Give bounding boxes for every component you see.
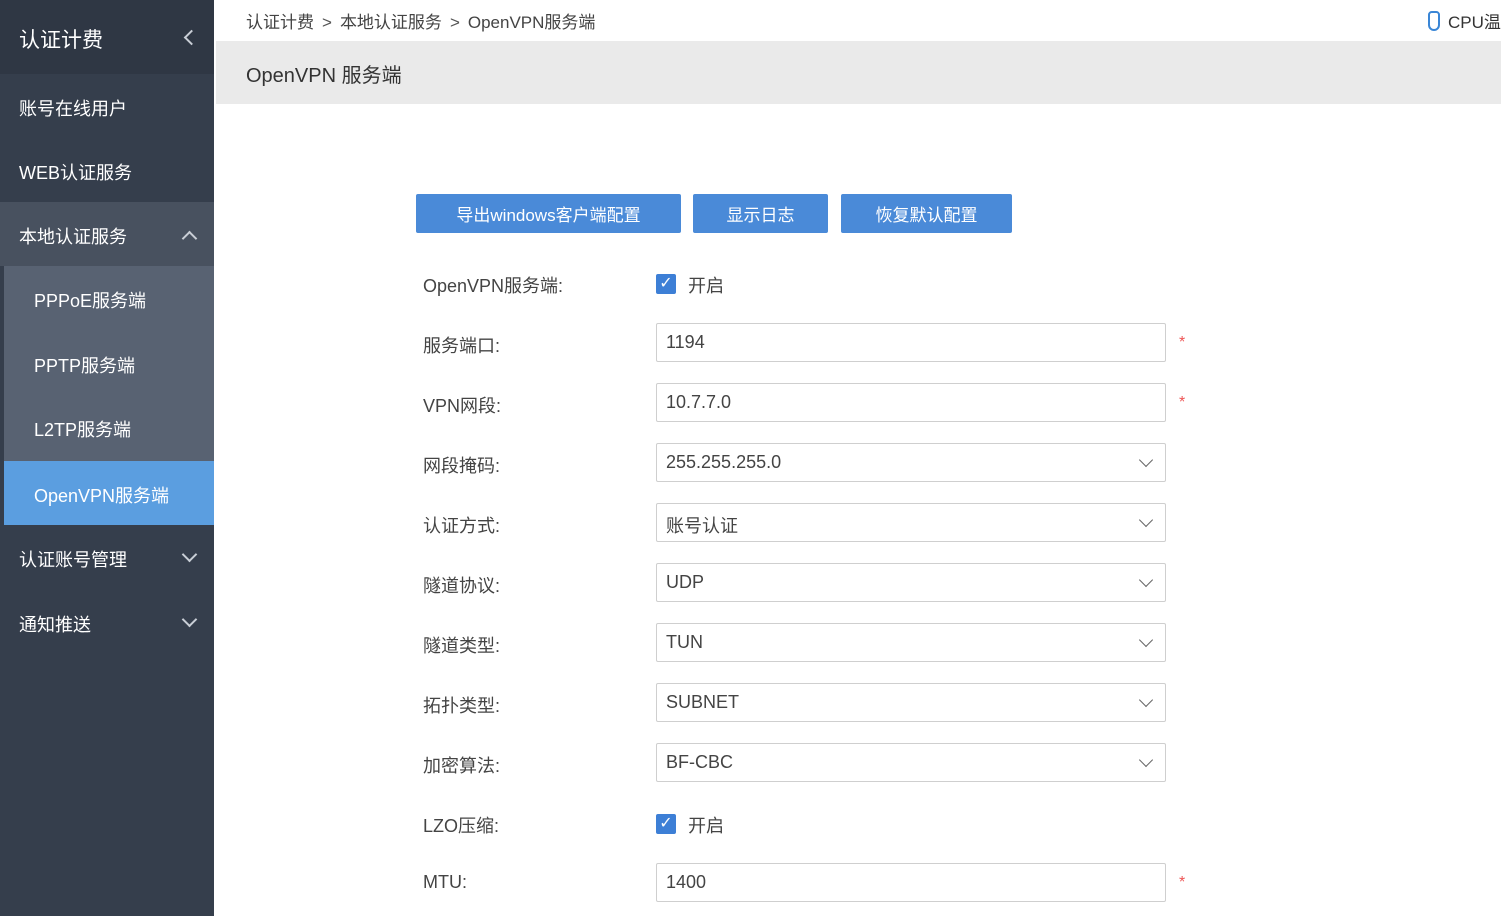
topology-label: 拓扑类型:	[423, 696, 501, 716]
page-header: OpenVPN 服务端	[216, 41, 1501, 104]
topology-select[interactable]: SUBNET	[656, 683, 1166, 722]
sidebar: 认证计费 账号在线用户 WEB认证服务 本地认证服务 PPPoE服务端 PPTP…	[0, 0, 214, 916]
sidebar-item-online-users[interactable]: 账号在线用户	[0, 74, 214, 138]
breadcrumb-separator: >	[322, 13, 332, 32]
sidebar-item-pppoe[interactable]: PPPoE服务端	[0, 266, 210, 330]
port-input[interactable]: 1194	[656, 323, 1166, 362]
tunnel-protocol-select[interactable]: UDP	[656, 563, 1166, 602]
port-value: 1194	[666, 332, 705, 352]
sidebar-item-auth-accounts[interactable]: 认证账号管理	[0, 525, 214, 589]
sidebar-header[interactable]: 认证计费	[0, 0, 214, 74]
sidebar-item-label: PPTP服务端	[34, 356, 136, 376]
cpu-temperature: CPU温	[1428, 8, 1501, 33]
sidebar-item-label: OpenVPN服务端	[34, 486, 170, 506]
sidebar-item-label: 账号在线用户	[19, 99, 127, 119]
auth-method-select[interactable]: 账号认证	[656, 503, 1166, 542]
tunnel-type-label: 隧道类型:	[423, 636, 501, 656]
vpn-segment-input[interactable]: 10.7.7.0	[656, 383, 1166, 422]
sidebar-item-label: 本地认证服务	[19, 227, 127, 247]
page-title: OpenVPN 服务端	[246, 65, 402, 87]
mtu-label: MTU:	[423, 872, 467, 892]
chevron-down-icon	[1138, 452, 1154, 468]
chevron-down-icon	[181, 546, 198, 563]
chevron-down-icon	[1138, 692, 1154, 708]
show-log-button[interactable]: 显示日志	[693, 194, 828, 233]
export-client-config-button[interactable]: 导出windows客户端配置	[416, 194, 681, 233]
breadcrumb: 认证计费 > 本地认证服务 > OpenVPN服务端	[246, 8, 595, 33]
chevron-left-icon[interactable]	[183, 29, 200, 46]
required-mark: *	[1179, 334, 1186, 351]
chevron-down-icon	[1138, 512, 1154, 528]
cipher-value: BF-CBC	[666, 752, 733, 772]
sidebar-item-label: WEB认证服务	[19, 163, 133, 183]
breadcrumb-separator: >	[449, 13, 460, 32]
netmask-select[interactable]: 255.255.255.0	[656, 443, 1166, 482]
sidebar-item-openvpn[interactable]: OpenVPN服务端	[4, 461, 214, 525]
tunnel-protocol-label: 隧道协议:	[423, 576, 501, 596]
sidebar-item-label: 认证账号管理	[19, 550, 127, 570]
chevron-up-icon	[181, 230, 198, 247]
openvpn-enable-label: OpenVPN服务端:	[423, 276, 564, 296]
tunnel-type-select[interactable]: TUN	[656, 623, 1166, 662]
sidebar-title: 认证计费	[19, 29, 103, 52]
chevron-down-icon	[1138, 572, 1154, 588]
tunnel-protocol-value: UDP	[666, 572, 705, 592]
mtu-input[interactable]: 1400	[656, 863, 1166, 902]
mtu-value: 1400	[666, 872, 707, 892]
breadcrumb-item: OpenVPN服务端	[467, 13, 596, 32]
sidebar-item-notify[interactable]: 通知推送	[0, 590, 214, 654]
cpu-label: CPU温	[1448, 13, 1501, 32]
vpn-segment-label: VPN网段:	[423, 396, 502, 416]
sidebar-item-pptp[interactable]: PPTP服务端	[0, 331, 210, 395]
topology-value: SUBNET	[666, 692, 740, 712]
chevron-down-icon	[181, 611, 198, 628]
chevron-down-icon	[1138, 632, 1154, 648]
sidebar-item-label: PPPoE服务端	[34, 291, 147, 311]
checkbox-label: 开启	[688, 816, 724, 836]
vpn-segment-value: 10.7.7.0	[666, 392, 732, 412]
checkbox-checked-icon[interactable]: ✓	[656, 274, 676, 294]
chevron-down-icon	[1138, 752, 1154, 768]
sidebar-item-label: 通知推送	[19, 615, 91, 635]
checkbox-checked-icon[interactable]: ✓	[656, 814, 676, 834]
breadcrumb-item[interactable]: 本地认证服务	[340, 13, 442, 32]
thermometer-icon	[1428, 11, 1440, 31]
checkbox-label: 开启	[688, 276, 724, 296]
port-label: 服务端口:	[423, 336, 501, 356]
reset-default-button[interactable]: 恢复默认配置	[841, 194, 1012, 233]
sidebar-item-label: L2TP服务端	[34, 420, 132, 440]
sidebar-item-l2tp[interactable]: L2TP服务端	[0, 395, 210, 459]
breadcrumb-item[interactable]: 认证计费	[246, 13, 314, 32]
netmask-label: 网段掩码:	[423, 456, 501, 476]
sidebar-item-local-auth[interactable]: 本地认证服务	[0, 202, 214, 266]
auth-method-label: 认证方式:	[423, 516, 501, 536]
lzo-label: LZO压缩:	[423, 816, 500, 836]
tunnel-type-value: TUN	[666, 632, 703, 652]
cipher-select[interactable]: BF-CBC	[656, 743, 1166, 782]
required-mark: *	[1179, 874, 1186, 891]
auth-method-value: 账号认证	[666, 516, 738, 536]
cipher-label: 加密算法:	[423, 756, 501, 776]
sidebar-item-web-auth[interactable]: WEB认证服务	[0, 138, 214, 202]
required-mark: *	[1179, 394, 1186, 411]
netmask-value: 255.255.255.0	[666, 452, 782, 472]
